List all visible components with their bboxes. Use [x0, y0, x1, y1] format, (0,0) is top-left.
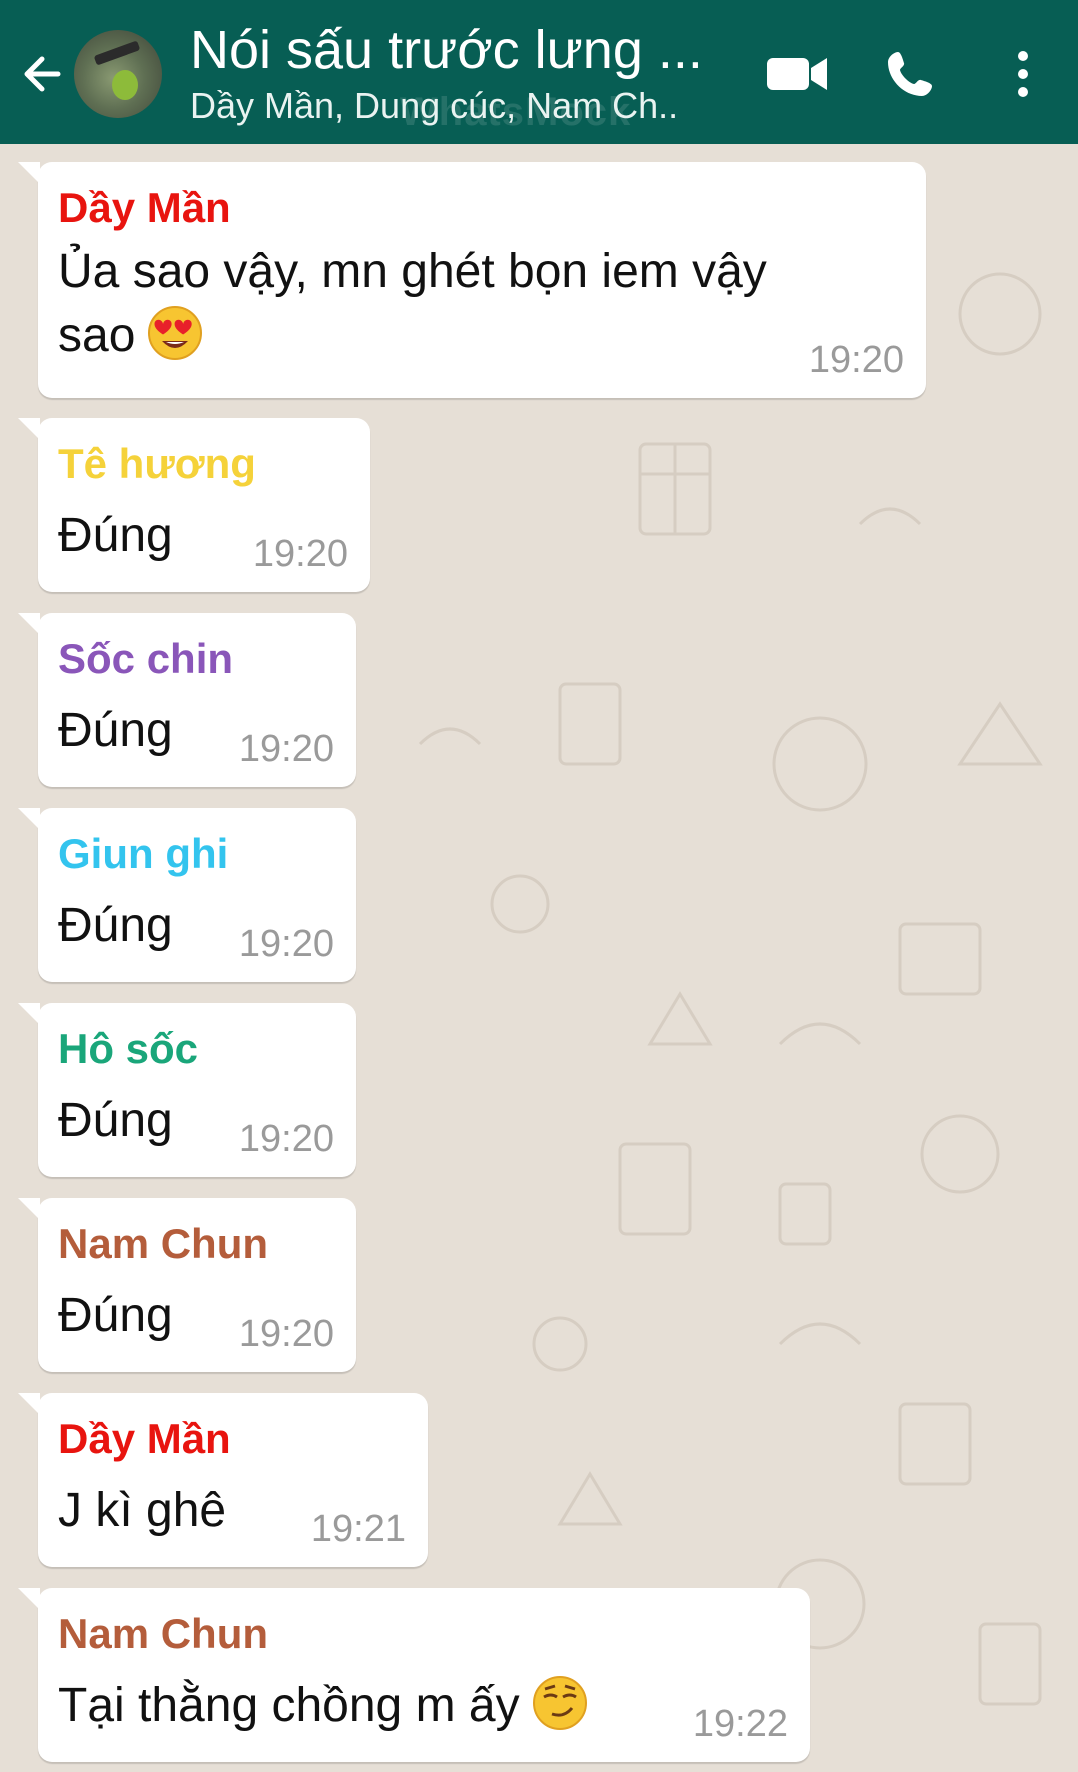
voice-call-icon[interactable] [884, 48, 936, 100]
message-text: Đúng [58, 899, 173, 952]
message-time: 19:20 [808, 339, 904, 381]
sender-name: Dầy Mần [58, 184, 231, 231]
message-bubble[interactable]: Nam Chun Đúng 19:20 [18, 1198, 356, 1372]
message-time: 19:20 [238, 923, 334, 965]
message-text: Đúng [58, 704, 173, 757]
chat-header: Nói sấu trước lưng ... WhatsMock Dầy Mần… [0, 0, 1078, 144]
message-time: 19:21 [310, 1508, 406, 1550]
smirk-emoji-icon [532, 1676, 587, 1730]
message-text-line: sao [58, 304, 767, 368]
sender-name: Giun ghi [58, 830, 229, 877]
group-avatar[interactable] [74, 30, 162, 118]
message-bubble[interactable]: Hô sốc Đúng 19:20 [18, 1003, 356, 1177]
sender-name: Nam Chun [58, 1220, 268, 1267]
message-bubble[interactable]: Dầy Mần J kì ghê 19:21 [18, 1393, 428, 1567]
message-text: Đúng [58, 1094, 173, 1147]
message-time: 19:20 [238, 1313, 334, 1355]
heart-eyes-emoji-icon [148, 306, 203, 360]
back-arrow-icon[interactable] [18, 48, 70, 100]
message-text: Đúng [58, 509, 173, 562]
message-text: Đúng [58, 1289, 173, 1342]
chat-title[interactable]: Nói sấu trước lưng ... [190, 16, 730, 84]
message-text: Tại thằng chồng m ấy [58, 1674, 588, 1738]
sender-name: Dầy Mần [58, 1415, 231, 1462]
message-time: 19:20 [252, 533, 348, 575]
sender-name: Tê hương [58, 440, 256, 487]
message-bubble[interactable]: Giun ghi Đúng 19:20 [18, 808, 356, 982]
message-text: Ủa sao vậy, mn ghét bọn iem vậy sao [58, 240, 767, 368]
message-time: 19:20 [238, 1118, 334, 1160]
chat-participants[interactable]: Dầy Mần, Dung cúc, Nam Ch.. [190, 84, 730, 128]
more-options-icon[interactable] [1008, 46, 1038, 102]
message-text-fragment: sao [58, 309, 136, 362]
video-call-icon[interactable] [765, 52, 829, 96]
sender-name: Hô sốc [58, 1025, 199, 1072]
message-time: 19:20 [238, 728, 334, 770]
message-bubble[interactable]: Sốc chin Đúng 19:20 [18, 613, 356, 787]
message-text: J kì ghê [58, 1484, 227, 1537]
message-time: 19:22 [692, 1703, 788, 1745]
sender-name: Sốc chin [58, 635, 234, 682]
message-bubble[interactable]: Nam Chun Tại thằng chồng m ấy 19:22 [18, 1588, 810, 1762]
message-text-fragment: Tại thằng chồng m ấy [58, 1679, 520, 1732]
message-bubble[interactable]: Dầy Mần Ủa sao vậy, mn ghét bọn iem vậy … [18, 162, 926, 398]
sender-name: Nam Chun [58, 1610, 268, 1657]
message-text-line: Ủa sao vậy, mn ghét bọn iem vậy [58, 245, 767, 298]
message-bubble[interactable]: Tê hương Đúng 19:20 [18, 418, 370, 592]
